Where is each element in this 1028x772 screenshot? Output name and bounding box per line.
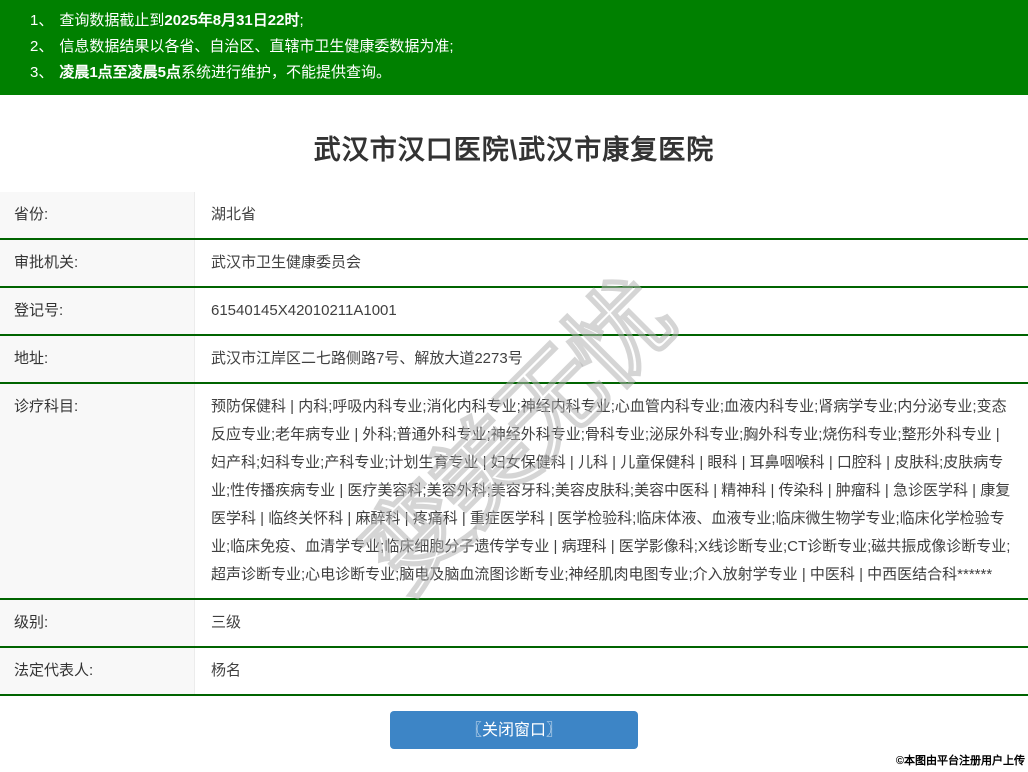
row-label: 登记号: — [0, 288, 195, 334]
row-label: 诊疗科目: — [0, 384, 195, 598]
row-value: 预防保健科 | 内科;呼吸内科专业;消化内科专业;神经内科专业;心血管内科专业;… — [211, 398, 1011, 583]
table-row-level: 级别: 三级 — [0, 600, 1028, 648]
row-label: 级别: — [0, 600, 195, 646]
row-label: 省份: — [0, 192, 195, 238]
table-row-province: 省份: 湖北省 — [0, 192, 1028, 240]
notice-number: 2、 — [30, 38, 54, 55]
row-value: 武汉市江岸区二七路侧路7号、解放大道2273号 — [211, 350, 523, 367]
notice-header: 1、 查询数据截止到2025年8月31日22时; 2、 信息数据结果以各省、自治区、… — [0, 0, 1028, 95]
table-row-legal-representative: 法定代表人: 杨名 — [0, 648, 1028, 696]
notice-line-1: 1、 查询数据截止到2025年8月31日22时; — [30, 8, 1018, 34]
close-window-button[interactable]: 〖关闭窗口〗 — [390, 711, 638, 749]
row-label: 审批机关: — [0, 240, 195, 286]
button-container: 〖关闭窗口〗 — [0, 711, 1028, 749]
notice-text-after: 系统进行维护，不能提供查询。 — [181, 64, 392, 81]
row-label: 法定代表人: — [0, 648, 195, 694]
notice-text: 信息数据结果以各省、自治区、直辖市卫生健康委数据为准; — [59, 38, 454, 55]
notice-number: 1、 — [30, 12, 54, 29]
row-value: 杨名 — [211, 662, 242, 679]
row-value: 武汉市卫生健康委员会 — [211, 254, 362, 271]
notice-line-3: 3、 凌晨1点至凌晨5点系统进行维护，不能提供查询。 — [30, 60, 1018, 86]
row-label: 地址: — [0, 336, 195, 382]
notice-text: 查询数据截止到 — [59, 12, 165, 29]
table-row-medical-subjects: 诊疗科目: 预防保健科 | 内科;呼吸内科专业;消化内科专业;神经内科专业;心血… — [0, 384, 1028, 600]
table-row-approval-authority: 审批机关: 武汉市卫生健康委员会 — [0, 240, 1028, 288]
notice-text-after: ; — [299, 12, 304, 29]
page-title: 武汉市汉口医院\武汉市康复医院 — [313, 135, 715, 165]
upload-credit-text: ©本图由平台注册用户上传 — [895, 755, 1025, 767]
row-value: 61540145X42010211A1001 — [211, 302, 397, 319]
notice-number: 3、 — [30, 64, 54, 81]
row-value: 三级 — [211, 614, 242, 631]
notice-line-2: 2、 信息数据结果以各省、自治区、直辖市卫生健康委数据为准; — [30, 34, 1018, 60]
notice-bold-text: 凌晨1点至凌晨5点 — [59, 64, 182, 81]
row-value: 湖北省 — [211, 206, 257, 223]
table-row-registration-number: 登记号: 61540145X42010211A1001 — [0, 288, 1028, 336]
hospital-info-table: 省份: 湖北省 审批机关: 武汉市卫生健康委员会 登记号: 61540145X4… — [0, 192, 1028, 696]
table-row-address: 地址: 武汉市江岸区二七路侧路7号、解放大道2273号 — [0, 336, 1028, 384]
notice-bold-text: 2025年8月31日22时 — [164, 12, 300, 29]
